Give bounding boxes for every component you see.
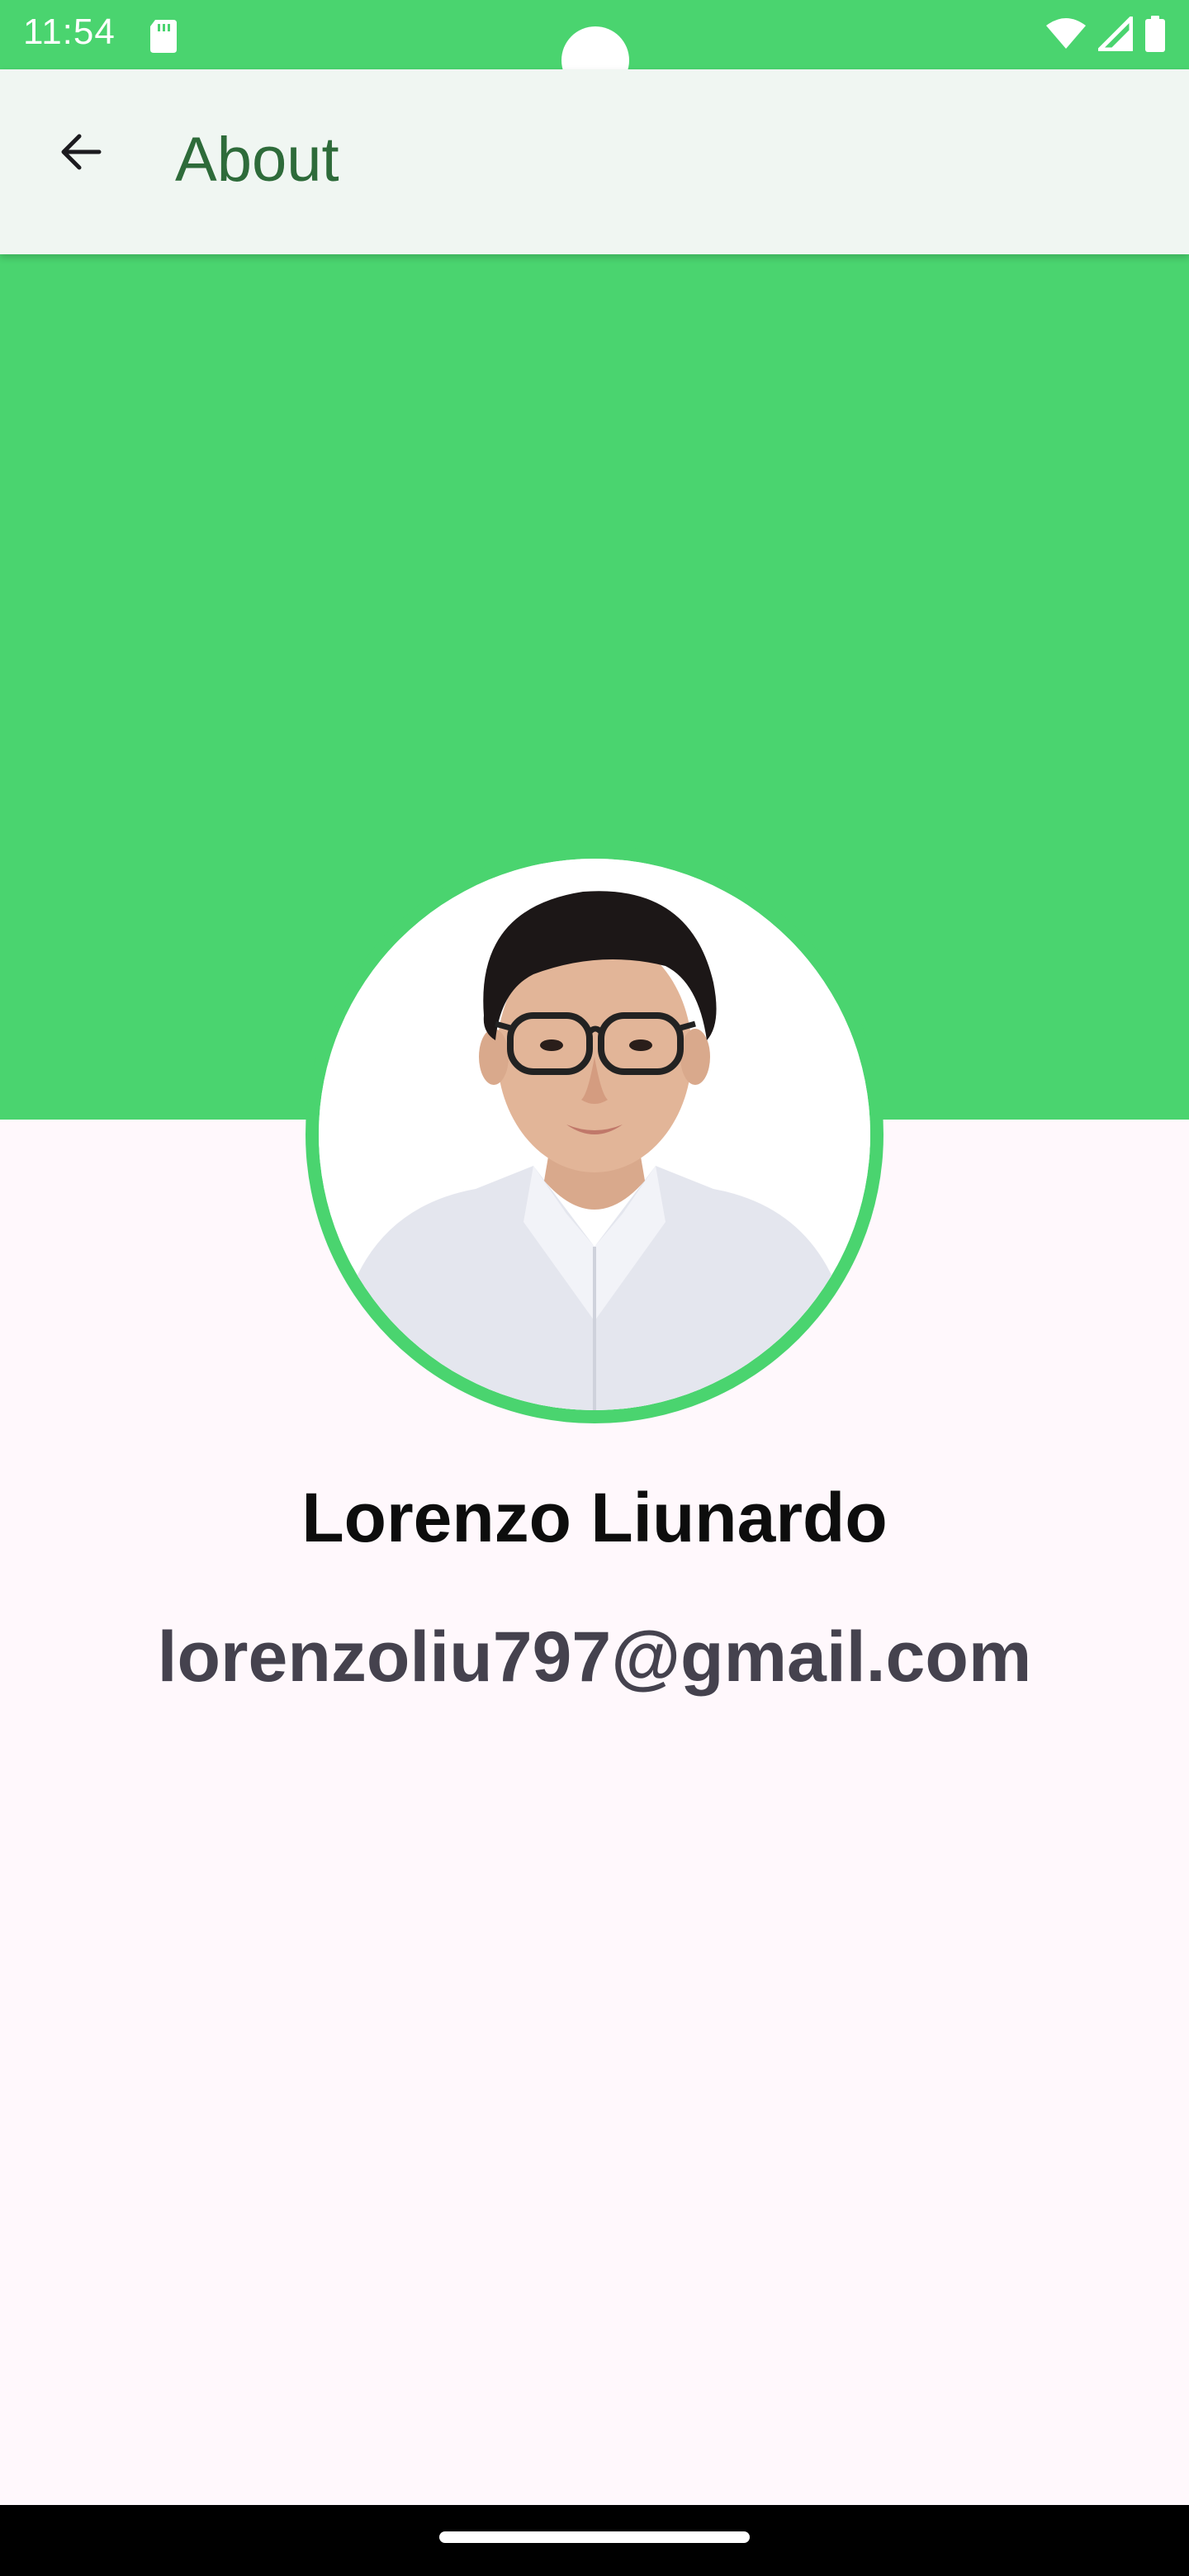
back-button[interactable] [36,109,126,198]
status-bar: 11:54 [0,0,1189,94]
profile-photo [319,859,870,1410]
cell-signal-icon [1097,16,1134,55]
system-navigation-bar [0,2505,1189,2576]
avatar-ring [306,845,883,1423]
battery-icon [1144,15,1166,56]
profile-email: lorenzoliu797@gmail.com [157,1617,1032,1697]
profile-name: Lorenzo Liunardo [301,1479,888,1556]
home-indicator[interactable] [439,2531,750,2543]
status-icons [1045,15,1166,56]
page-title: About [175,125,339,195]
arrow-left-icon [56,127,106,181]
sd-card-icon [149,18,178,53]
status-time: 11:54 [23,12,116,52]
top-app-bar: About [0,69,1189,254]
wifi-icon [1045,17,1087,54]
